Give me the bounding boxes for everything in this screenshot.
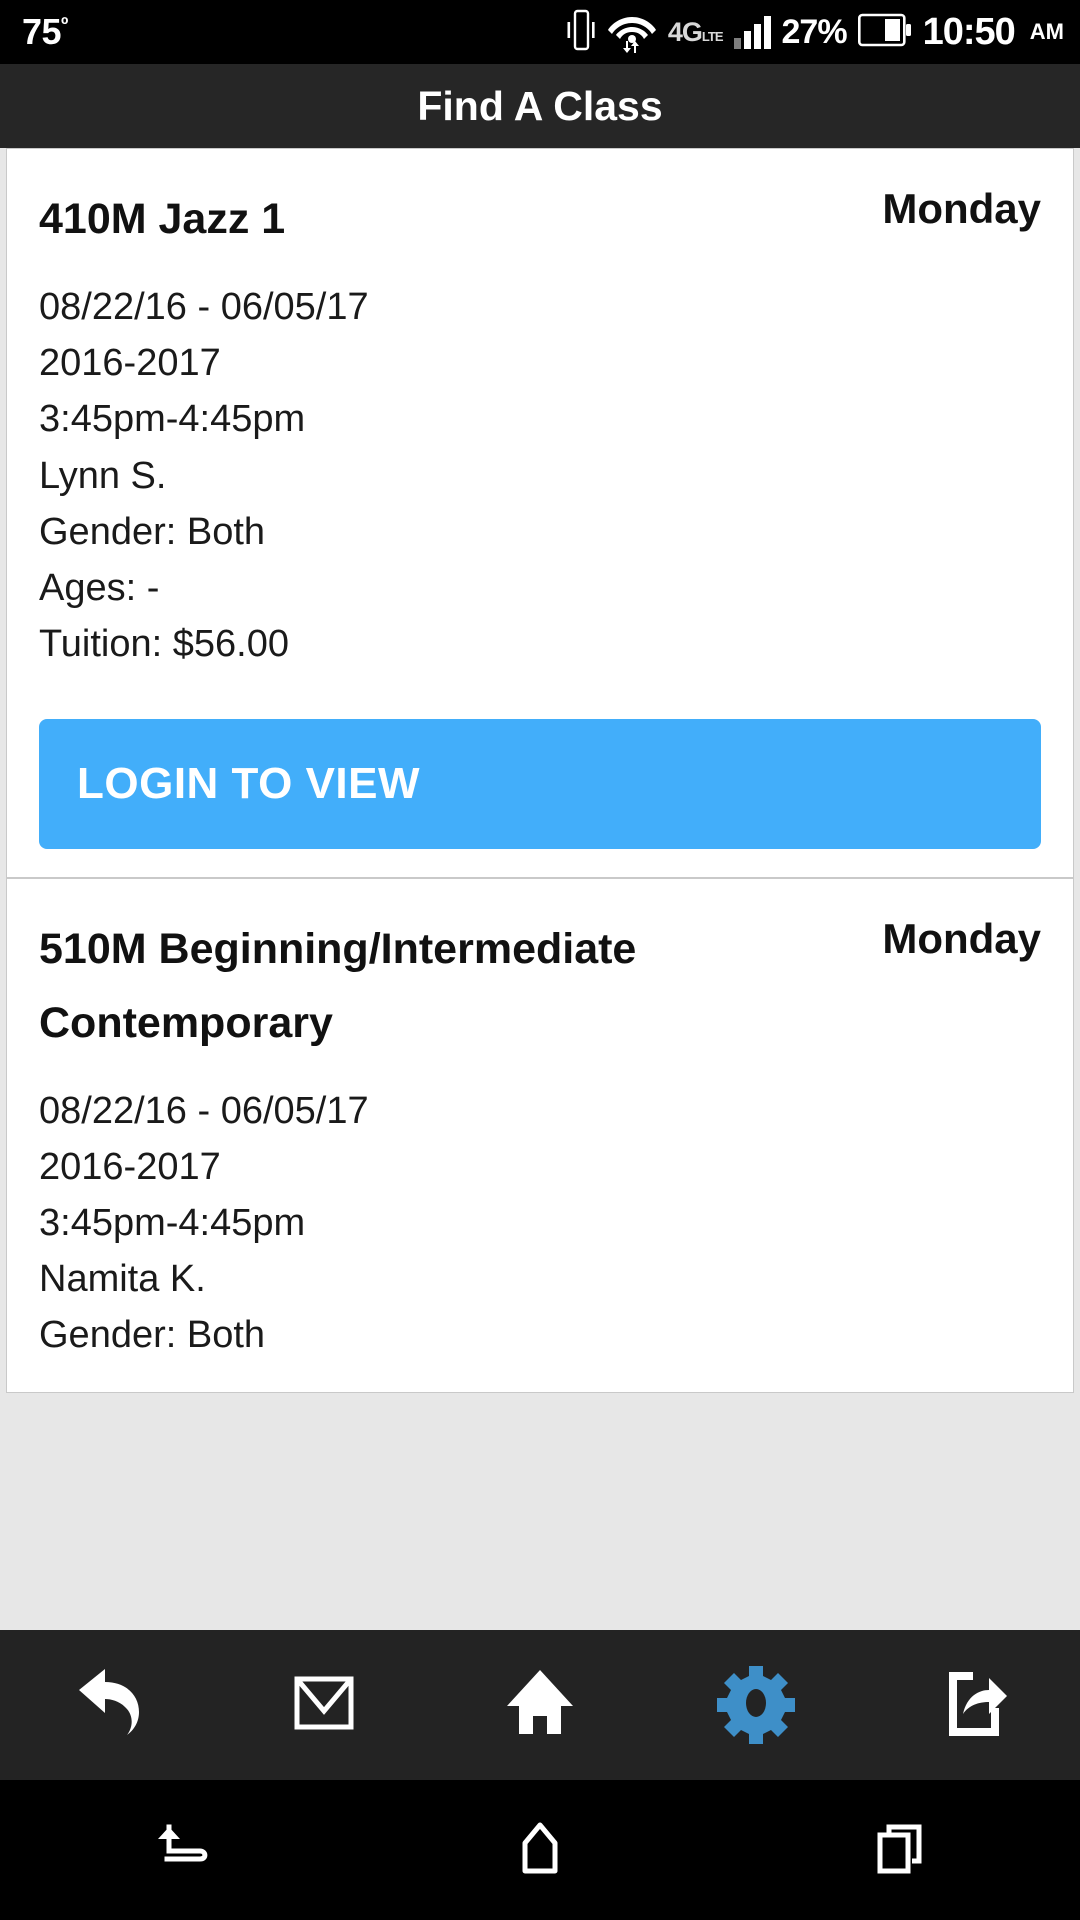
class-gender: Gender: Both (39, 1314, 266, 1357)
system-status-bar: 75º 4GLTE 27% 10:50 AM (0, 0, 1080, 64)
network-sub-label: LTE (701, 28, 724, 44)
status-bar-icons: 4GLTE 27% 10:50 AM (566, 7, 1064, 58)
android-back-icon (145, 1813, 215, 1888)
clock-time: 10:50 (922, 10, 1016, 53)
app-title-bar: Find A Class (0, 64, 1080, 148)
android-home-icon (507, 1815, 573, 1886)
home-icon (497, 1660, 583, 1751)
temperature-value: 75 (22, 11, 62, 52)
class-gender: Gender: Both (39, 510, 266, 553)
clock-meridiem: AM (1029, 19, 1064, 44)
wifi-icon (607, 7, 657, 58)
page-title: Find A Class (417, 82, 663, 129)
class-title: 410M Jazz 1 (39, 195, 286, 243)
gear-icon (713, 1660, 799, 1751)
toolbar-home-button[interactable] (480, 1645, 600, 1765)
class-time-range: 3:45pm-4:45pm (39, 398, 306, 441)
temperature-indicator: 75º (22, 11, 68, 53)
battery-icon (857, 13, 912, 52)
class-card-header: 410M Jazz 1 Monday (39, 183, 1041, 257)
class-day: Monday (882, 185, 1041, 232)
class-tuition: Tuition: $56.00 (39, 623, 289, 666)
class-date-range: 08/22/16 - 06/05/17 (39, 285, 369, 328)
class-list[interactable]: 410M Jazz 1 Monday 08/22/16 - 06/05/17 2… (0, 148, 1080, 1630)
class-season: 2016-2017 (39, 1145, 221, 1188)
signal-bars-icon (733, 15, 771, 49)
nav-recents-button[interactable] (830, 1795, 970, 1905)
class-card[interactable]: 510M Beginning/Intermediate Contemporary… (6, 877, 1074, 1393)
class-ages: Ages: - (39, 567, 160, 610)
network-label: 4G (667, 16, 703, 47)
app-bottom-toolbar (0, 1630, 1080, 1780)
share-icon (929, 1660, 1015, 1751)
toolbar-settings-button[interactable] (696, 1645, 816, 1765)
class-instructor: Namita K. (39, 1258, 206, 1301)
mail-icon (283, 1662, 365, 1749)
class-day: Monday (882, 914, 1041, 962)
nav-home-button[interactable] (470, 1795, 610, 1905)
phone-screen: 75º 4GLTE 27% 10:50 AM Find A Class 410M… (0, 0, 1080, 1920)
class-title: 510M Beginning/Intermediate Contemporary (39, 924, 637, 1047)
back-icon (65, 1660, 151, 1751)
toolbar-share-button[interactable] (912, 1645, 1032, 1765)
android-recents-icon (867, 1815, 933, 1886)
android-nav-bar (0, 1780, 1080, 1920)
toolbar-mail-button[interactable] (264, 1645, 384, 1765)
class-time-range: 3:45pm-4:45pm (39, 1201, 306, 1244)
vibrate-icon (566, 8, 596, 57)
degree-symbol: º (61, 14, 68, 36)
login-to-view-button[interactable]: LOGIN TO VIEW (39, 718, 1041, 849)
battery-percent-label: 27% (781, 12, 848, 51)
class-card[interactable]: 410M Jazz 1 Monday 08/22/16 - 06/05/17 2… (6, 148, 1074, 878)
toolbar-back-button[interactable] (48, 1645, 168, 1765)
class-season: 2016-2017 (39, 342, 221, 385)
class-card-header: 510M Beginning/Intermediate Contemporary… (39, 913, 1041, 1061)
class-date-range: 08/22/16 - 06/05/17 (39, 1089, 369, 1132)
class-instructor: Lynn S. (39, 454, 167, 497)
nav-back-button[interactable] (110, 1795, 250, 1905)
network-type-icon: 4GLTE (667, 16, 724, 48)
